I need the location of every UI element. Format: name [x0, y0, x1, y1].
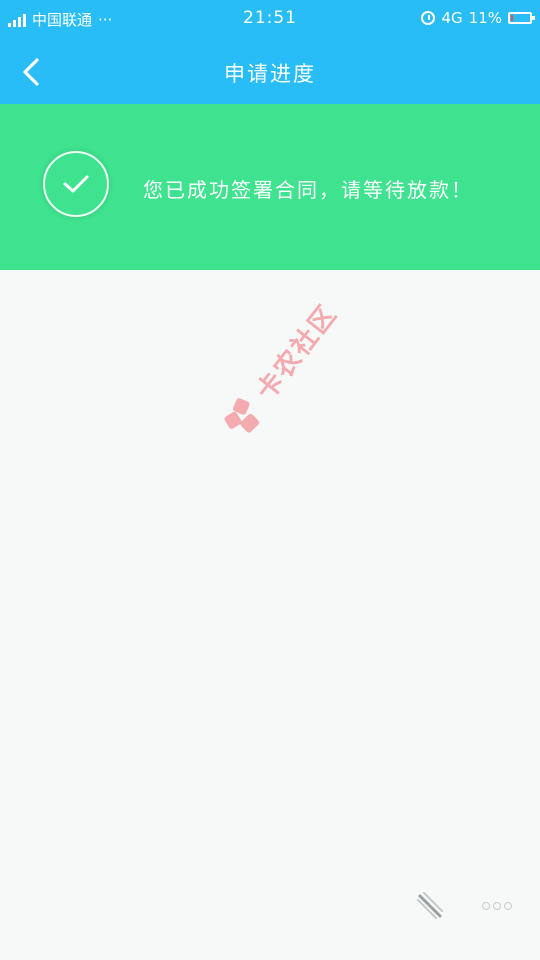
- more-options-icon[interactable]: [482, 902, 512, 910]
- banner-message: 您已成功签署合同，请等待放款！: [143, 178, 473, 202]
- status-right: 4G 11%: [421, 9, 535, 27]
- floating-tool-button[interactable]: [412, 890, 446, 920]
- battery-fill: [511, 15, 513, 21]
- network-type: 4G: [441, 9, 463, 27]
- success-icon: [43, 151, 109, 217]
- check-icon: [63, 175, 89, 193]
- battery-percent: 11%: [468, 9, 502, 27]
- alarm-icon: [421, 11, 436, 25]
- paperclip-icon: [417, 892, 443, 919]
- page-title: 申请进度: [224, 62, 316, 86]
- nav-bar: 申请进度: [0, 38, 540, 104]
- battery-icon: [508, 12, 535, 24]
- status-bar: 中国联通 ··· 21:51 4G 11%: [0, 0, 540, 38]
